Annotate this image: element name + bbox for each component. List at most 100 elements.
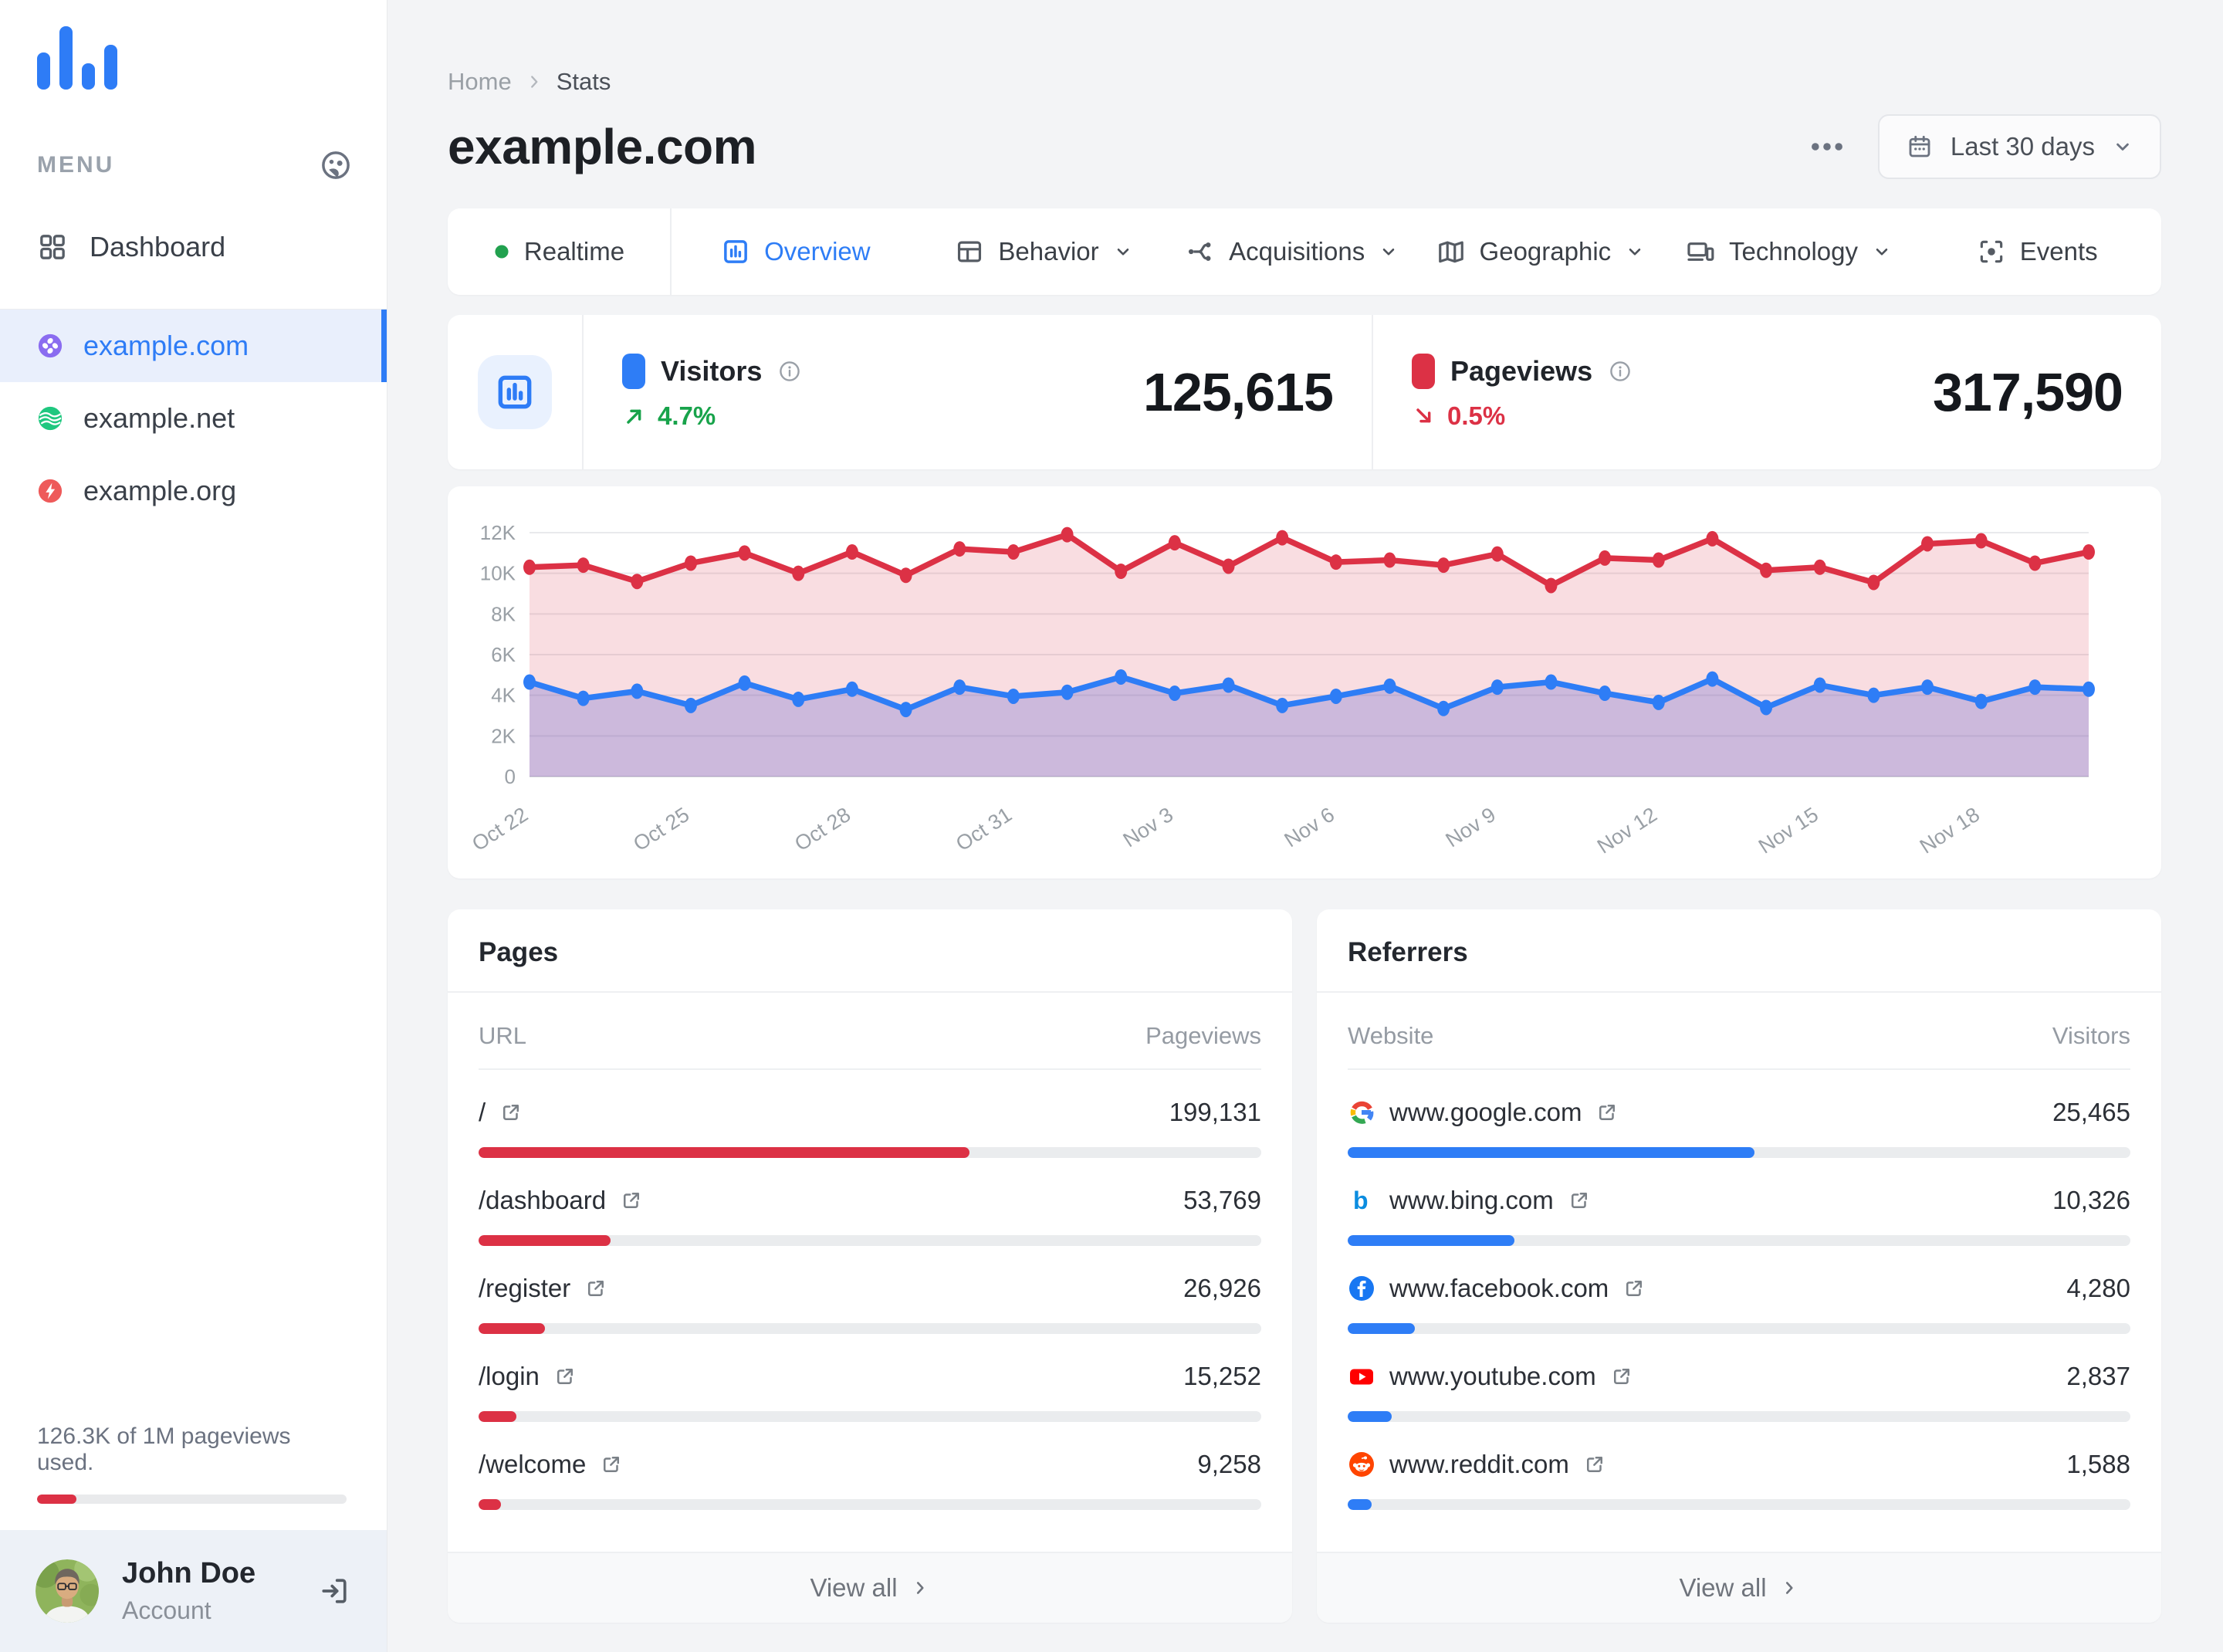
external-link-icon xyxy=(1583,1453,1606,1476)
referrers-view-all-button[interactable]: View all xyxy=(1317,1552,2161,1623)
row-label: /register xyxy=(479,1274,571,1302)
breadcrumb-current: Stats xyxy=(556,68,611,95)
tab-events[interactable]: Events xyxy=(1913,208,2161,295)
tab-realtime[interactable]: Realtime xyxy=(448,208,672,295)
pageviews-point xyxy=(2028,555,2042,571)
row-label: www.reddit.com xyxy=(1389,1450,1569,1478)
external-link-icon xyxy=(1595,1101,1619,1124)
info-icon[interactable] xyxy=(777,359,802,384)
arrow-down-right-icon xyxy=(1412,404,1436,428)
referrer-link[interactable]: www.facebook.com xyxy=(1348,1274,1646,1303)
chart-card: 0 2K 4K 6K 8K 10K 12K Oct 22 Oct 25 Oct 28 Oct 31 N… xyxy=(448,486,2161,878)
x-axis-tick-label: Oct 25 xyxy=(629,803,693,855)
info-icon[interactable] xyxy=(1608,359,1633,384)
x-axis-tick-label: Oct 28 xyxy=(790,803,854,855)
table-row: www.reddit.com 1,588 xyxy=(1348,1422,2130,1510)
overview-icon xyxy=(721,237,750,266)
page-url-link[interactable]: /welcome xyxy=(479,1450,623,1479)
usage-bar xyxy=(1348,1411,2130,1422)
pageviews-point xyxy=(577,557,590,574)
usage-bar xyxy=(479,1147,1261,1158)
site-list: example.com example.net example.org xyxy=(0,310,387,527)
table-row: /register 26,926 xyxy=(479,1246,1261,1334)
pageviews-point xyxy=(1437,557,1450,574)
google-favicon xyxy=(1348,1099,1375,1126)
reddit-favicon xyxy=(1348,1451,1375,1478)
sidebar-item-example.org[interactable]: example.org xyxy=(0,455,387,527)
account-row[interactable]: John Doe Account xyxy=(0,1530,387,1652)
y-axis-tick-label: 6K xyxy=(491,643,516,666)
table-row: www.youtube.com 2,837 xyxy=(1348,1334,2130,1422)
sidebar-item-example.com[interactable]: example.com xyxy=(0,310,387,382)
visitors-point xyxy=(1652,694,1665,710)
visitors-point xyxy=(1760,699,1773,716)
pageviews-point xyxy=(684,555,697,571)
pageviews-point xyxy=(1222,558,1235,574)
y-axis-tick-label: 2K xyxy=(491,724,516,747)
page-url-link[interactable]: / xyxy=(479,1098,523,1127)
app-logo-icon[interactable] xyxy=(37,26,387,90)
pageviews-point xyxy=(1813,559,1826,575)
app-root: MENU Dashboard example.com example.net e… xyxy=(0,0,2223,1652)
external-link-icon xyxy=(1610,1365,1633,1388)
more-actions-icon[interactable] xyxy=(1807,127,1847,167)
tab-behavior[interactable]: Behavior xyxy=(920,208,1169,295)
technology-icon xyxy=(1686,237,1715,266)
visitors-point xyxy=(1921,679,1934,696)
site-label: example.org xyxy=(83,475,237,506)
page-url-link[interactable]: /register xyxy=(479,1274,607,1303)
page-url-link[interactable]: /dashboard xyxy=(479,1186,643,1215)
chevron-right-icon xyxy=(910,1578,930,1598)
tab-overview[interactable]: Overview xyxy=(672,208,920,295)
sidebar-item-example.net[interactable]: example.net xyxy=(0,382,387,455)
pageviews-point xyxy=(1760,562,1773,578)
chart-summary-icon xyxy=(478,355,552,429)
logout-icon[interactable] xyxy=(317,1574,351,1608)
pageviews-point xyxy=(792,565,805,581)
page-title: example.com xyxy=(448,119,757,174)
sidebar: MENU Dashboard example.com example.net e… xyxy=(0,0,387,1652)
usage-bar xyxy=(479,1323,1261,1334)
pageviews-label: Pageviews xyxy=(1450,355,1593,387)
sidebar-item-dashboard[interactable]: Dashboard xyxy=(0,230,387,264)
visitors-point xyxy=(1706,671,1719,687)
referrers-title: Referrers xyxy=(1317,909,2161,993)
pages-title: Pages xyxy=(448,909,1292,993)
table-row: /login 15,252 xyxy=(479,1334,1261,1422)
chevron-down-icon xyxy=(1379,242,1399,262)
usage-bar xyxy=(1348,1235,2130,1246)
pageviews-point xyxy=(1276,530,1289,546)
tab-geographic[interactable]: Geographic xyxy=(1416,208,1665,295)
menu-header: MENU xyxy=(37,148,353,182)
svg-text:b: b xyxy=(1353,1187,1369,1214)
referrer-link[interactable]: www.reddit.com xyxy=(1348,1450,1606,1479)
stats-summary: Visitors 4.7% 125,615 Pageviews 0.5% 317… xyxy=(448,315,2161,469)
chevron-down-icon xyxy=(2112,136,2133,157)
tab-acquisitions[interactable]: Acquisitions xyxy=(1168,208,1416,295)
youtube-favicon xyxy=(1348,1363,1375,1390)
visitors-point xyxy=(1974,693,1988,709)
pageviews-point xyxy=(1706,530,1719,547)
page-url-link[interactable]: /login xyxy=(479,1362,577,1391)
tab-label: Geographic xyxy=(1479,237,1612,266)
external-link-icon xyxy=(600,1453,623,1476)
referrer-link[interactable]: www.youtube.com xyxy=(1348,1362,1633,1391)
breadcrumb-home[interactable]: Home xyxy=(448,68,512,96)
realtime-dot-icon xyxy=(493,243,510,260)
tab-technology[interactable]: Technology xyxy=(1665,208,1913,295)
y-axis-tick-label: 10K xyxy=(480,562,516,585)
pages-view-all-button[interactable]: View all xyxy=(448,1552,1292,1623)
y-axis-tick-label: 12K xyxy=(480,521,516,544)
usage-bar xyxy=(1348,1147,2130,1158)
pageviews-point xyxy=(631,574,644,590)
arrow-up-right-icon xyxy=(622,404,647,428)
referrer-link[interactable]: www.google.com xyxy=(1348,1098,1619,1127)
visitors-point xyxy=(631,683,644,699)
theme-icon[interactable] xyxy=(319,148,353,182)
referrer-link[interactable]: b www.bing.com xyxy=(1348,1186,1591,1215)
pageviews-point xyxy=(1545,577,1558,594)
date-range-button[interactable]: Last 30 days xyxy=(1877,114,2161,179)
column-header-visitors: Visitors xyxy=(2052,1022,2130,1049)
pageviews-point xyxy=(1652,552,1665,568)
pageviews-point xyxy=(738,545,751,561)
